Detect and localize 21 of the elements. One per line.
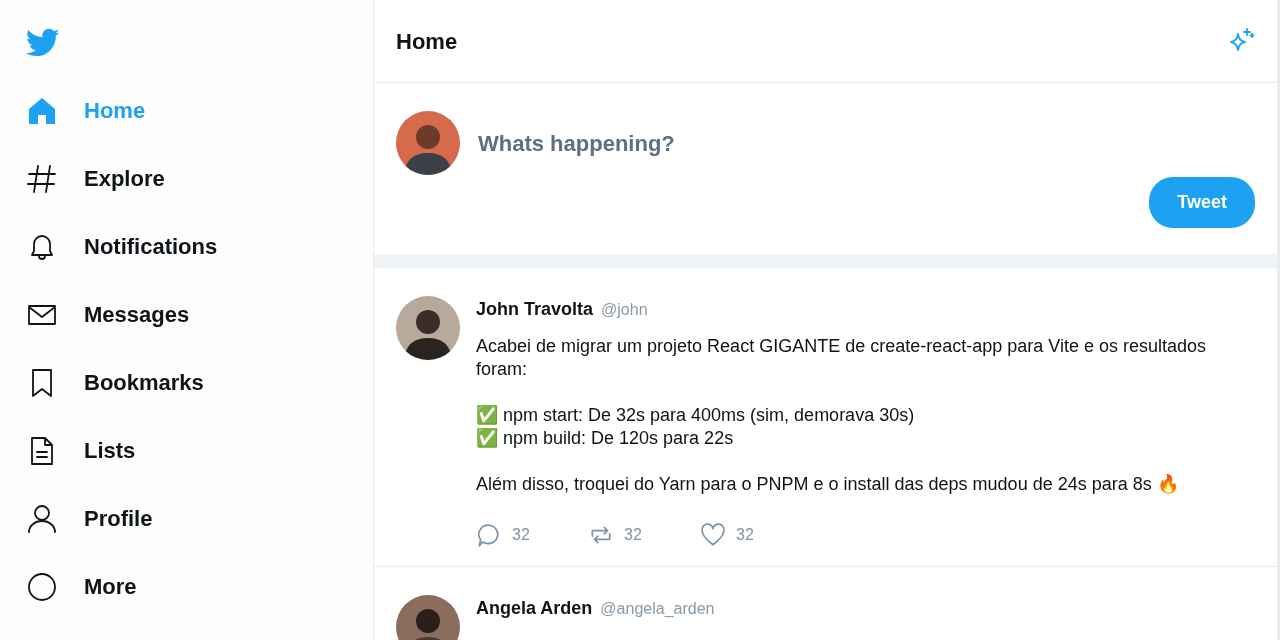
speech-bubble-icon: [476, 522, 502, 548]
author-handle: @angela_arden: [600, 599, 715, 619]
person-icon: [26, 502, 58, 535]
avatar: [396, 595, 460, 640]
circle-icon: [26, 570, 58, 603]
author-name: John Travolta: [476, 298, 594, 321]
nav-item[interactable]: More: [26, 570, 137, 603]
page-title: Home: [396, 27, 458, 56]
nav-item[interactable]: Bookmarks: [26, 366, 204, 399]
heart-icon: [700, 522, 726, 548]
author-handle: @john: [601, 300, 648, 320]
nav-item[interactable]: Explore: [26, 162, 165, 195]
hashtag-icon: [26, 162, 58, 195]
tweet-text: Acabei de migrar um projeto React GIGANTE de create-react-app para Vite e os resultados foram: ✅ npm start: De 32s para 400ms (sim, demorava 30s) ✅ npm build: De 120s para 22s Além disso, troquei do Yarn para o PNPM e o install das deps mudou de 24s para 8s 🔥: [476, 335, 1208, 496]
author-name: Angela Arden: [476, 597, 593, 620]
nav-item[interactable]: Messages: [26, 298, 190, 331]
nav-item[interactable]: Notifications: [26, 230, 218, 263]
bird-logo-icon[interactable]: [26, 28, 60, 58]
tweet-input[interactable]: Whats happening?: [476, 125, 876, 161]
nav-item[interactable]: Lists: [26, 434, 136, 467]
nav-item[interactable]: Profile: [26, 502, 153, 535]
